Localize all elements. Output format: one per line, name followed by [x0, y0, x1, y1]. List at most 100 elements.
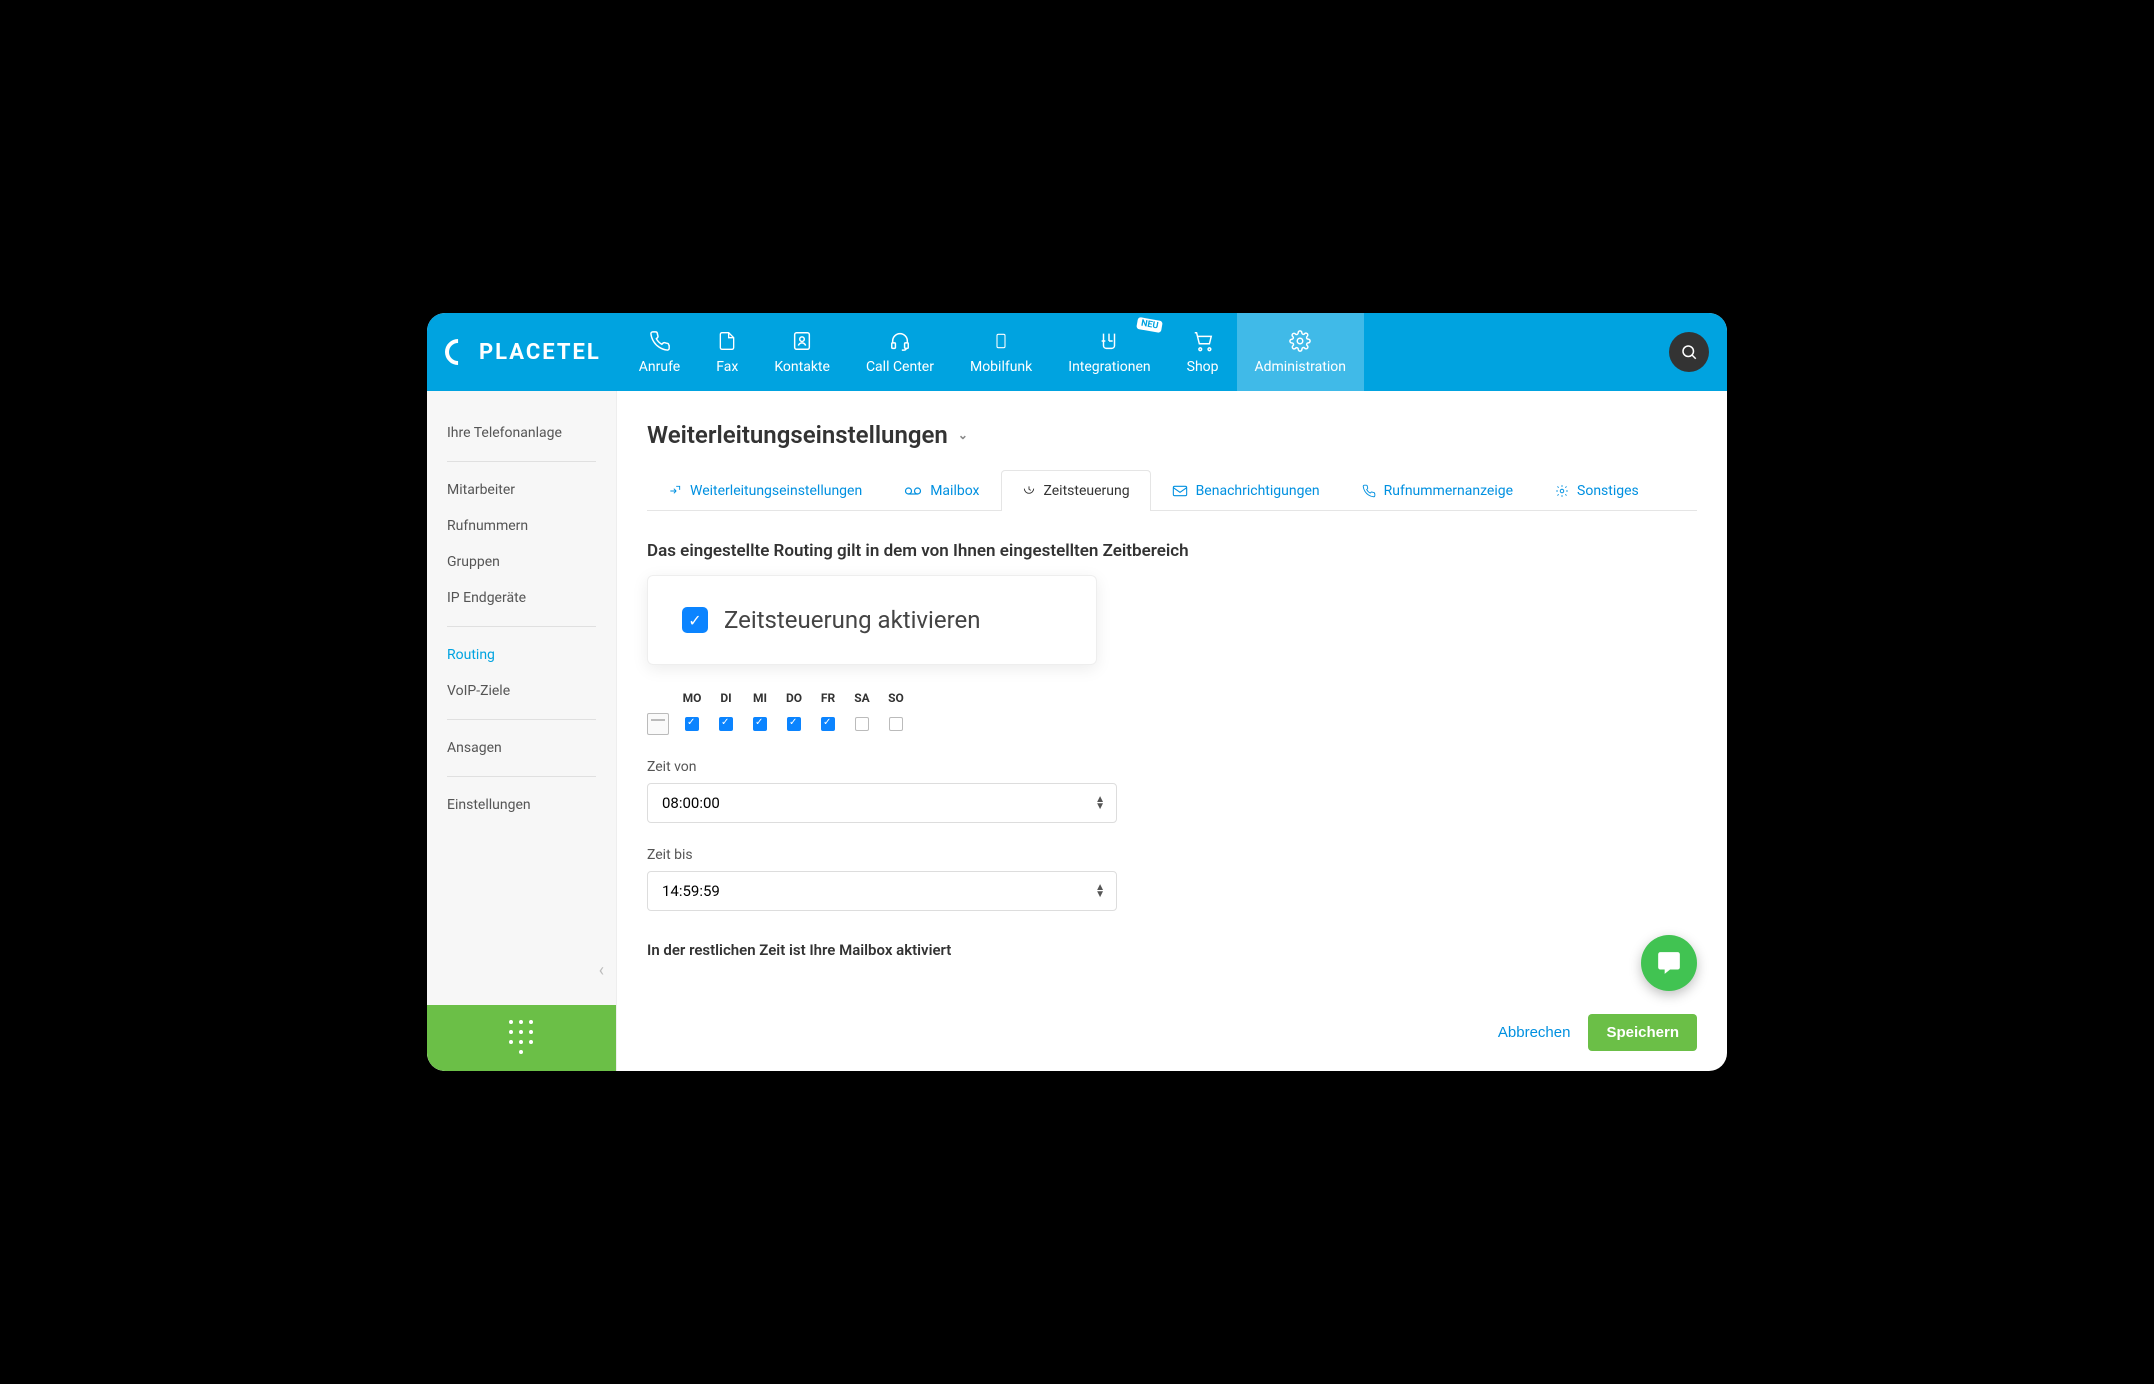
nav-label: Fax: [716, 359, 738, 375]
sidebar-item-rufnummern[interactable]: Rufnummern: [447, 508, 596, 544]
day-label-do: DO: [783, 691, 805, 705]
day-label-fr: FR: [817, 691, 839, 705]
footer-actions: Abbrechen Speichern: [1498, 1014, 1697, 1051]
tab-label: Sonstiges: [1577, 483, 1639, 499]
day-check-mi[interactable]: [753, 717, 767, 731]
tab-label: Zeitsteuerung: [1044, 483, 1130, 499]
day-check-mo[interactable]: [685, 717, 699, 731]
main-content: Weiterleitungseinstellungen ⌄ Weiterleit…: [617, 391, 1727, 1071]
gear-icon: [1289, 329, 1311, 353]
search-button[interactable]: [1669, 332, 1709, 372]
search-icon: [1680, 343, 1698, 361]
day-label-di: DI: [715, 691, 737, 705]
tab-rufnummernanzeige[interactable]: Rufnummernanzeige: [1341, 470, 1534, 511]
activate-label: Zeitsteuerung aktivieren: [724, 606, 981, 634]
sidebar-item-voipziele[interactable]: VoIP-Ziele: [447, 673, 596, 709]
cancel-button[interactable]: Abbrechen: [1498, 1024, 1571, 1041]
nav-integrationen[interactable]: NEU Integrationen: [1050, 313, 1168, 391]
dialpad-button[interactable]: [427, 1005, 616, 1071]
tab-benachrichtigungen[interactable]: Benachrichtigungen: [1151, 470, 1341, 511]
time-from-label: Zeit von: [647, 759, 1697, 775]
tab-label: Rufnummernanzeige: [1384, 483, 1513, 499]
brand-logo[interactable]: PLACETEL: [427, 313, 621, 391]
days-selector: MO DI MI DO FR SA SO: [647, 691, 1697, 735]
nav-kontakte[interactable]: Kontakte: [756, 313, 848, 391]
nav-label: Shop: [1187, 359, 1219, 375]
sidebar-item-einstellungen[interactable]: Einstellungen: [447, 787, 596, 823]
day-check-fr[interactable]: [821, 717, 835, 731]
time-to-label: Zeit bis: [647, 847, 1697, 863]
day-label-mo: MO: [681, 691, 703, 705]
voicemail-icon: [904, 484, 922, 498]
sidebar-item-ipendgeraete[interactable]: IP Endgeräte: [447, 580, 596, 616]
tab-zeitsteuerung[interactable]: Zeitsteuerung: [1001, 470, 1151, 511]
mobile-icon: [993, 329, 1009, 353]
day-check-do[interactable]: [787, 717, 801, 731]
nav-label: Integrationen: [1068, 359, 1150, 375]
tab-weiterleitung[interactable]: Weiterleitungseinstellungen: [647, 470, 883, 511]
day-check-so[interactable]: [889, 717, 903, 731]
day-label-so: SO: [885, 691, 907, 705]
logo-icon: [440, 334, 477, 371]
chevron-down-icon: ⌄: [958, 428, 968, 442]
tab-label: Benachrichtigungen: [1196, 483, 1320, 499]
section-heading: Das eingestellte Routing gilt in dem von…: [647, 541, 1697, 561]
activate-checkbox[interactable]: ✓: [682, 607, 708, 633]
day-check-di[interactable]: [719, 717, 733, 731]
tab-label: Mailbox: [930, 483, 979, 499]
nav-label: Call Center: [866, 359, 934, 375]
integrations-icon: [1098, 329, 1120, 353]
activate-card: ✓ Zeitsteuerung aktivieren: [647, 575, 1097, 665]
nav-label: Anrufe: [639, 359, 680, 375]
page-title-text: Weiterleitungseinstellungen: [647, 421, 948, 449]
phone-icon: [649, 329, 671, 353]
day-check-sa[interactable]: [855, 717, 869, 731]
save-button[interactable]: Speichern: [1588, 1014, 1697, 1051]
clock-icon: [1022, 484, 1036, 498]
nav-label: Kontakte: [774, 359, 830, 375]
sidebar-item-ansagen[interactable]: Ansagen: [447, 730, 596, 766]
top-nav: Anrufe Fax Kontakte Call Center Mobilfun…: [621, 313, 1364, 391]
sidebar-item-telefonanlage[interactable]: Ihre Telefonanlage: [447, 415, 596, 451]
divider: [447, 719, 596, 720]
divider: [447, 461, 596, 462]
callerid-icon: [1362, 484, 1376, 498]
day-label-mi: MI: [749, 691, 771, 705]
sidebar-collapse[interactable]: ‹: [599, 960, 604, 981]
route-icon: [668, 484, 682, 498]
time-to-select[interactable]: 14:59:59: [647, 871, 1117, 911]
nav-label: Administration: [1255, 359, 1346, 375]
chat-fab[interactable]: [1641, 935, 1697, 991]
tabs: Weiterleitungseinstellungen Mailbox Zeit…: [647, 469, 1697, 511]
nav-fax[interactable]: Fax: [698, 313, 756, 391]
tab-mailbox[interactable]: Mailbox: [883, 470, 1000, 511]
nav-callcenter[interactable]: Call Center: [848, 313, 952, 391]
sidebar-item-gruppen[interactable]: Gruppen: [447, 544, 596, 580]
divider: [447, 626, 596, 627]
nav-administration[interactable]: Administration: [1237, 313, 1364, 391]
settings-icon: [1555, 484, 1569, 498]
sidebar-item-mitarbeiter[interactable]: Mitarbeiter: [447, 472, 596, 508]
time-from-select[interactable]: 08:00:00: [647, 783, 1117, 823]
headset-icon: [889, 329, 911, 353]
topbar: PLACETEL Anrufe Fax Kontakte Call Center…: [427, 313, 1727, 391]
neu-badge: NEU: [1136, 317, 1163, 333]
mail-icon: [1172, 484, 1188, 498]
app-window: PLACETEL Anrufe Fax Kontakte Call Center…: [427, 313, 1727, 1071]
sidebar-item-routing[interactable]: Routing: [447, 637, 596, 673]
document-icon: [717, 329, 737, 353]
brand-name: PLACETEL: [479, 340, 601, 365]
day-label-sa: SA: [851, 691, 873, 705]
nav-mobilfunk[interactable]: Mobilfunk: [952, 313, 1050, 391]
nav-shop[interactable]: Shop: [1169, 313, 1237, 391]
nav-label: Mobilfunk: [970, 359, 1032, 375]
page-title[interactable]: Weiterleitungseinstellungen ⌄: [647, 421, 1697, 449]
tab-sonstiges[interactable]: Sonstiges: [1534, 470, 1660, 511]
calendar-icon[interactable]: [647, 713, 669, 735]
rest-time-note: In der restlichen Zeit ist Ihre Mailbox …: [647, 941, 1697, 959]
dialpad-icon: [509, 1020, 535, 1056]
sidebar: Ihre Telefonanlage Mitarbeiter Rufnummer…: [427, 391, 617, 1071]
nav-anrufe[interactable]: Anrufe: [621, 313, 698, 391]
cart-icon: [1192, 329, 1214, 353]
tab-label: Weiterleitungseinstellungen: [690, 483, 862, 499]
